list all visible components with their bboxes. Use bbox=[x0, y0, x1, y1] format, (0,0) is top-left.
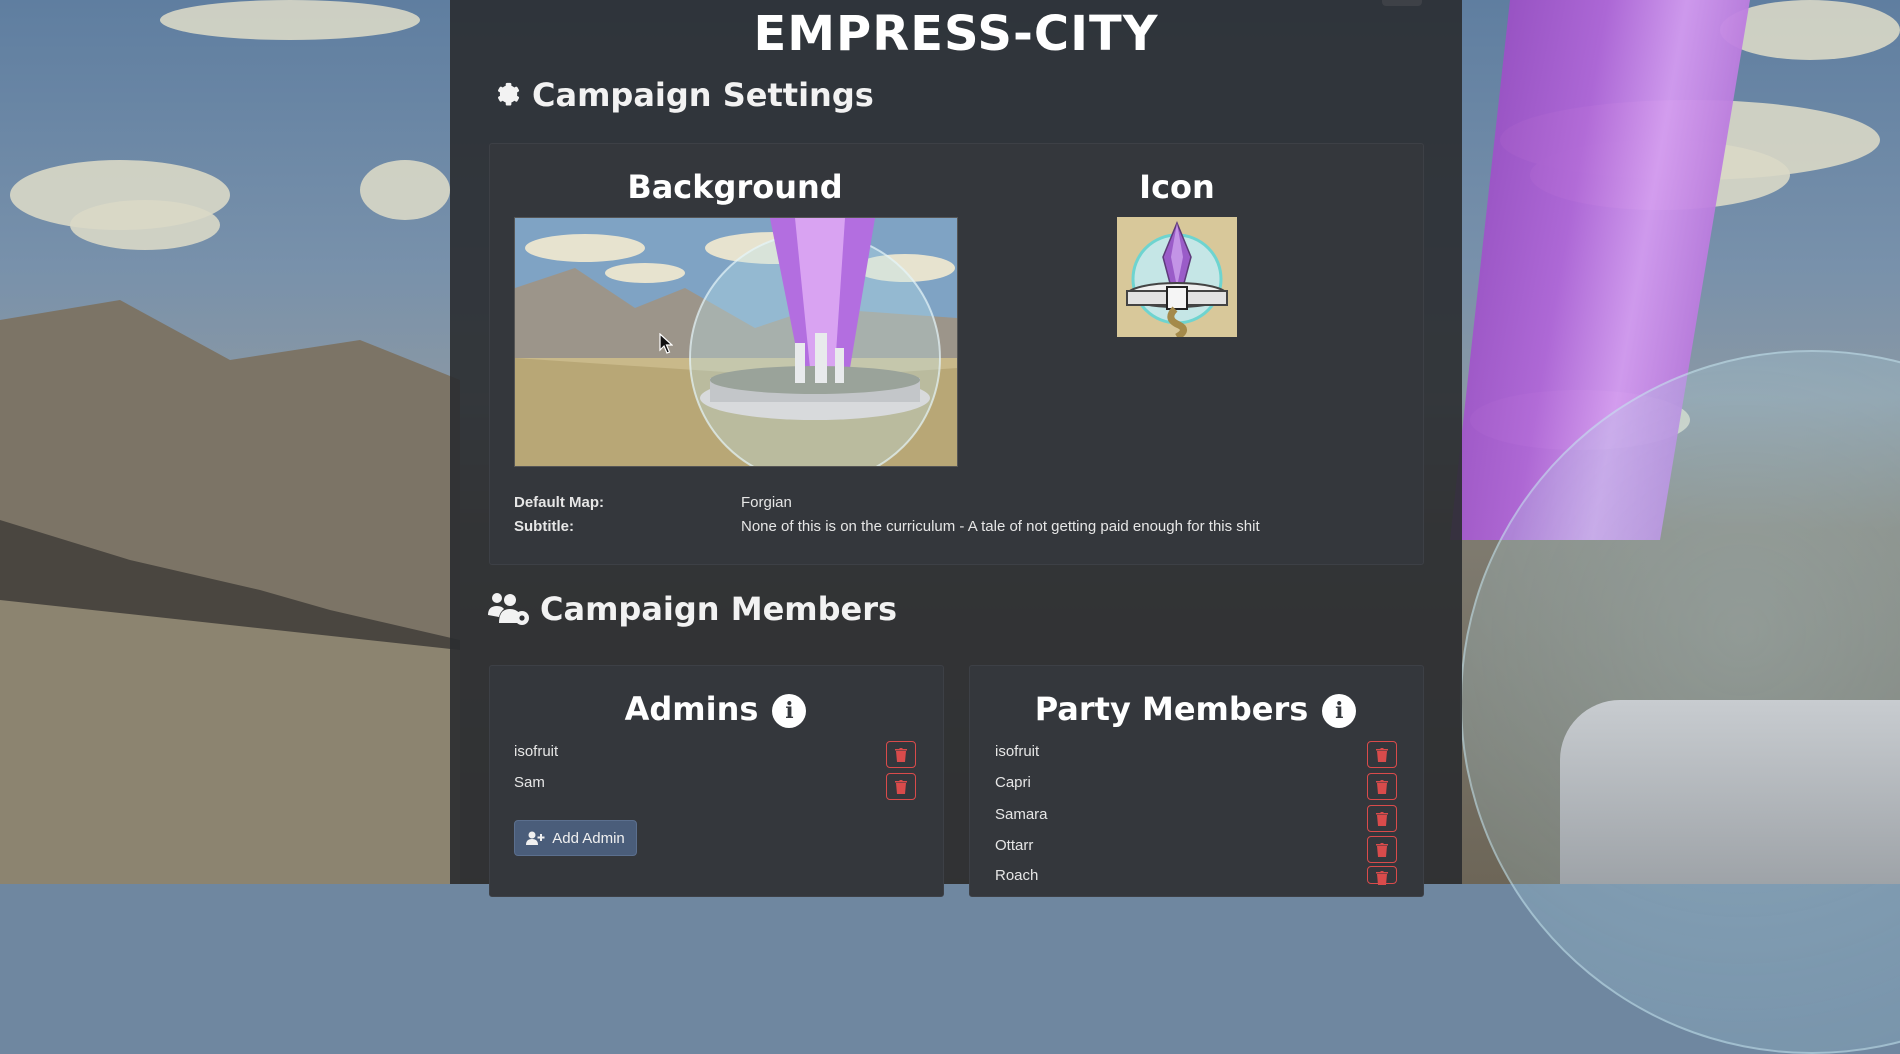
add-admin-label: Add Admin bbox=[552, 829, 625, 847]
members-heading: Campaign Members bbox=[488, 590, 897, 628]
delete-party-member-button[interactable] bbox=[1367, 836, 1397, 863]
trash-icon bbox=[1376, 747, 1388, 762]
settings-heading-text: Campaign Settings bbox=[532, 76, 874, 114]
party-member-item: Samara bbox=[995, 806, 1048, 823]
default-map-label: Default Map: bbox=[514, 494, 604, 511]
trash-icon bbox=[1376, 842, 1388, 857]
settings-heading: Campaign Settings bbox=[488, 76, 874, 114]
icon-heading: Icon bbox=[1139, 168, 1215, 206]
mouse-cursor-icon bbox=[659, 333, 673, 354]
admins-heading: Admins i bbox=[489, 690, 942, 728]
background-heading: Background bbox=[627, 168, 843, 206]
users-gear-icon bbox=[488, 591, 530, 627]
trash-icon bbox=[1376, 811, 1388, 826]
trash-icon bbox=[1376, 871, 1388, 885]
add-admin-button[interactable]: Add Admin bbox=[514, 820, 637, 856]
trash-icon bbox=[895, 779, 907, 794]
background-image[interactable] bbox=[514, 217, 958, 467]
default-map-value: Forgian bbox=[741, 494, 792, 511]
user-plus-icon bbox=[526, 831, 545, 845]
party-member-item: Ottarr bbox=[995, 837, 1034, 854]
subtitle-label: Subtitle: bbox=[514, 518, 574, 535]
members-heading-text: Campaign Members bbox=[540, 590, 898, 628]
admin-item: Sam bbox=[514, 774, 545, 791]
party-heading: Party Members i bbox=[969, 690, 1422, 728]
delete-admin-button[interactable] bbox=[886, 741, 916, 768]
top-menu-button[interactable] bbox=[1382, 0, 1422, 6]
party-member-item: Capri bbox=[995, 774, 1031, 791]
delete-admin-button[interactable] bbox=[886, 773, 916, 800]
gear-icon bbox=[488, 78, 522, 112]
trash-icon bbox=[895, 747, 907, 762]
trash-icon bbox=[1376, 779, 1388, 794]
delete-party-member-button[interactable] bbox=[1367, 773, 1397, 800]
campaign-icon-image[interactable] bbox=[1117, 217, 1237, 337]
delete-party-member-button[interactable] bbox=[1367, 866, 1397, 885]
info-icon[interactable]: i bbox=[772, 694, 807, 728]
delete-party-member-button[interactable] bbox=[1367, 805, 1397, 832]
campaign-title: EMPRESS-CITY bbox=[753, 6, 1159, 62]
subtitle-value: None of this is on the curriculum - A ta… bbox=[741, 518, 1260, 535]
info-icon[interactable]: i bbox=[1322, 694, 1357, 728]
party-member-item: isofruit bbox=[995, 743, 1040, 760]
party-member-item: Roach bbox=[995, 867, 1039, 884]
admin-item: isofruit bbox=[514, 743, 559, 760]
delete-party-member-button[interactable] bbox=[1367, 741, 1397, 768]
